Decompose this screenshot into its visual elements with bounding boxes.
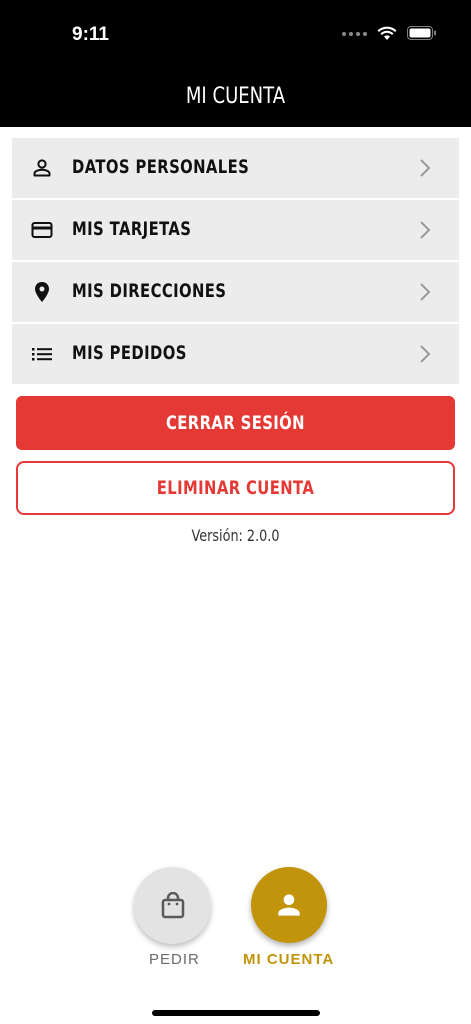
status-icons — [342, 26, 437, 41]
battery-icon — [407, 26, 436, 40]
status-time: 9:11 — [72, 24, 109, 45]
nav-mi-cuenta-button[interactable] — [251, 867, 327, 943]
wifi-icon — [377, 26, 397, 40]
person-icon — [33, 159, 51, 177]
nav-pedir-label[interactable]: PEDIR — [149, 951, 200, 968]
chevron-right-icon — [420, 283, 431, 301]
menu-item-mis-pedidos[interactable]: MIS PEDIDOS — [12, 324, 459, 384]
nav-pedir-button[interactable] — [134, 867, 211, 944]
menu-item-mis-tarjetas[interactable]: MIS TARJETAS — [12, 200, 459, 260]
nav-mi-cuenta-label[interactable]: MI CUENTA — [243, 951, 334, 968]
credit-card-icon — [31, 222, 53, 238]
signal-icon — [342, 31, 367, 36]
menu-item-label: MIS PEDIDOS — [72, 342, 187, 364]
delete-account-button[interactable]: ELIMINAR CUENTA — [16, 461, 455, 515]
home-indicator[interactable] — [152, 1010, 320, 1016]
menu-item-label: DATOS PERSONALES — [72, 156, 250, 178]
chevron-right-icon — [420, 345, 431, 363]
app-header: MI CUENTA — [0, 70, 471, 127]
delete-account-button-label: ELIMINAR CUENTA — [156, 477, 315, 499]
status-bar: 9:11 — [0, 0, 471, 70]
menu-item-mis-direcciones[interactable]: MIS DIRECCIONES — [12, 262, 459, 322]
page-title: MI CUENTA — [185, 84, 286, 109]
logout-button-label: CERRAR SESIÓN — [166, 412, 305, 434]
chevron-right-icon — [420, 221, 431, 239]
person-icon — [278, 894, 300, 916]
shopping-bag-icon — [161, 891, 184, 918]
menu-item-datos-personales[interactable]: DATOS PERSONALES — [12, 138, 459, 198]
chevron-right-icon — [420, 159, 431, 177]
account-menu: DATOS PERSONALES MIS TARJETAS MIS DIRECC… — [12, 138, 459, 386]
location-pin-icon — [35, 282, 49, 302]
list-icon — [32, 348, 52, 361]
menu-item-label: MIS TARJETAS — [72, 218, 192, 240]
logout-button[interactable]: CERRAR SESIÓN — [16, 396, 455, 450]
menu-item-label: MIS DIRECCIONES — [72, 280, 227, 302]
version-text: Versión: 2.0.0 — [191, 526, 280, 545]
